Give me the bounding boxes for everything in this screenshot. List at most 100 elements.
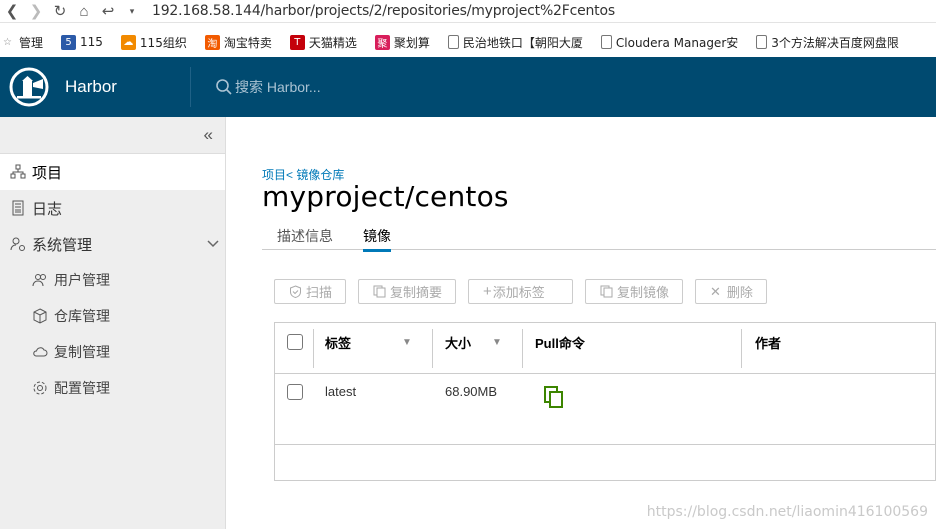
copy-image-button[interactable]: 复制镜像 xyxy=(585,279,683,304)
taobao-icon: 淘 xyxy=(204,34,220,50)
search-input[interactable]: 搜索 Harbor... xyxy=(235,77,321,97)
column-header-pull: Pull命令 xyxy=(535,336,585,351)
sidebar-item-projects[interactable]: 项目 xyxy=(0,154,225,190)
column-divider xyxy=(522,329,523,368)
tag-cell[interactable]: latest xyxy=(325,384,356,399)
users-icon xyxy=(32,274,46,287)
reload-icon[interactable]: ↻ xyxy=(48,0,72,22)
row-checkbox[interactable] xyxy=(287,384,303,400)
app-header: Harbor 搜索 Harbor... xyxy=(0,57,936,117)
bookmark-item[interactable]: 淘淘宝特卖 xyxy=(204,34,272,51)
cloud-sync-icon xyxy=(33,347,48,357)
tmall-icon: T xyxy=(289,34,305,50)
app-brand[interactable]: Harbor xyxy=(65,77,190,97)
dropdown-icon[interactable]: ▾ xyxy=(120,0,144,22)
sidebar-item-replication[interactable]: 复制管理 xyxy=(0,334,225,370)
bookmark-label: 管理 xyxy=(19,35,44,50)
browser-address-bar: ❮ ❯ ↻ ⌂ ↩ ▾ 192.168.58.144/harbor/projec… xyxy=(0,0,936,23)
page-icon xyxy=(756,35,768,49)
copy-icon[interactable] xyxy=(544,386,564,409)
header-divider xyxy=(190,67,191,107)
page-icon xyxy=(600,35,612,49)
url-field[interactable]: 192.168.58.144/harbor/projects/2/reposit… xyxy=(152,3,615,19)
tags-table: 标签 ▼ 大小 ▼ Pull命令 作者 latest 68.90MB xyxy=(274,322,936,481)
add-label-label: 添加标签 xyxy=(492,285,545,300)
select-all-checkbox[interactable] xyxy=(287,334,303,350)
star-icon: ☆ xyxy=(3,36,12,48)
cloud-icon: ☁ xyxy=(120,34,136,50)
bookmark-item[interactable]: 3个方法解决百度网盘限 xyxy=(756,34,899,51)
table-header: 标签 ▼ 大小 ▼ Pull命令 作者 xyxy=(275,323,935,374)
sidebar-item-label: 用户管理 xyxy=(54,272,110,288)
bookmark-label: 民治地铁口【朝阳大厦 xyxy=(462,35,583,50)
copy-digest-label: 复制摘要 xyxy=(390,285,443,300)
delete-label: 删除 xyxy=(726,285,753,300)
bookmark-label: 淘宝特卖 xyxy=(223,35,272,50)
undo-icon[interactable]: ↩ xyxy=(96,0,120,22)
logs-icon xyxy=(12,200,24,216)
page-title: myproject/centos xyxy=(262,180,509,213)
tab-bar: 描述信息 镜像 xyxy=(262,221,936,252)
sidebar-item-users[interactable]: 用户管理 xyxy=(0,262,225,298)
delete-button[interactable]: ✕ 删除 xyxy=(695,279,767,304)
column-divider xyxy=(432,329,433,368)
sidebar-item-config[interactable]: 配置管理 xyxy=(0,370,225,406)
scan-label: 扫描 xyxy=(306,285,333,300)
projects-icon xyxy=(10,164,26,179)
forward-icon[interactable]: ❯ xyxy=(24,0,48,22)
back-icon[interactable]: ❮ xyxy=(0,0,24,22)
size-cell: 68.90MB xyxy=(445,384,498,399)
bookmark-item[interactable]: 聚聚划算 xyxy=(374,34,430,51)
main-content: 项目< 镜像仓库 myproject/centos 描述信息 镜像 扫描 复制摘… xyxy=(227,117,936,529)
column-header-tag[interactable]: 标签 xyxy=(325,333,351,352)
bookmark-item[interactable]: T 天猫精选 xyxy=(289,34,357,51)
harbor-logo[interactable] xyxy=(9,67,49,107)
column-header-author: 作者 xyxy=(755,336,782,351)
bookmark-label: 聚划算 xyxy=(393,35,430,50)
copy-digest-button[interactable]: 复制摘要 xyxy=(358,279,456,304)
table-row[interactable]: latest 68.90MB xyxy=(275,374,935,444)
sidebar-item-label: 仓库管理 xyxy=(54,308,110,324)
home-icon[interactable]: ⌂ xyxy=(72,0,96,22)
filter-icon[interactable]: ▼ xyxy=(492,337,502,348)
sidebar: « 项目 日志 系统管理 用户管理 仓库管理 复制管理 配置管理 xyxy=(0,117,226,529)
search-icon xyxy=(216,79,232,95)
gear-icon xyxy=(33,381,47,395)
tab-images[interactable]: 镜像 xyxy=(363,226,391,252)
global-search[interactable]: 搜索 Harbor... xyxy=(215,77,321,97)
sidebar-item-logs[interactable]: 日志 xyxy=(0,190,225,226)
sidebar-item-label: 项目 xyxy=(32,164,63,182)
bookmark-label: 115组织 xyxy=(139,35,187,50)
sidebar-item-admin[interactable]: 系统管理 xyxy=(0,226,225,262)
collapse-sidebar-icon[interactable]: « xyxy=(0,117,225,154)
bookmark-label: 115 xyxy=(80,35,103,49)
bookmark-item[interactable]: 民治地铁口【朝阳大厦 xyxy=(447,34,583,51)
bookmark-115-icon: 5 xyxy=(61,34,77,50)
cube-icon xyxy=(33,308,47,324)
bookmark-label: 3个方法解决百度网盘限 xyxy=(771,35,899,50)
add-label-button[interactable]: + 添加标签 xyxy=(468,279,573,304)
column-header-size[interactable]: 大小 xyxy=(445,333,471,352)
bookmarks-bar: ☆ 管理 5 115 ☁ 115组织 淘淘宝特卖 T 天猫精选 聚聚划算 民治地铁口【朝… xyxy=(0,29,936,55)
sidebar-item-registries[interactable]: 仓库管理 xyxy=(0,298,225,334)
filter-icon[interactable]: ▼ xyxy=(402,337,412,348)
bookmark-item[interactable]: ☆ 管理 xyxy=(0,34,43,51)
bookmark-item[interactable]: Cloudera Manager安 xyxy=(600,34,738,51)
admin-icon xyxy=(10,237,25,251)
sidebar-item-label: 复制管理 xyxy=(54,344,110,360)
tab-info[interactable]: 描述信息 xyxy=(277,226,333,246)
chevron-down-icon[interactable] xyxy=(207,240,219,248)
copy-icon xyxy=(600,285,613,298)
close-icon: ✕ xyxy=(710,283,721,299)
sidebar-item-label: 系统管理 xyxy=(32,236,93,254)
column-divider xyxy=(313,329,314,368)
sidebar-item-label: 配置管理 xyxy=(54,380,110,396)
bookmark-label: 天猫精选 xyxy=(308,35,357,50)
bookmark-item[interactable]: ☁ 115组织 xyxy=(120,34,187,51)
sidebar-item-label: 日志 xyxy=(32,200,63,218)
bookmark-item[interactable]: 5 115 xyxy=(61,34,103,50)
page-icon xyxy=(447,35,459,49)
shield-icon xyxy=(290,285,301,298)
scan-button[interactable]: 扫描 xyxy=(274,279,346,304)
watermark: https://blog.csdn.net/liaomin416100569 xyxy=(646,504,928,520)
